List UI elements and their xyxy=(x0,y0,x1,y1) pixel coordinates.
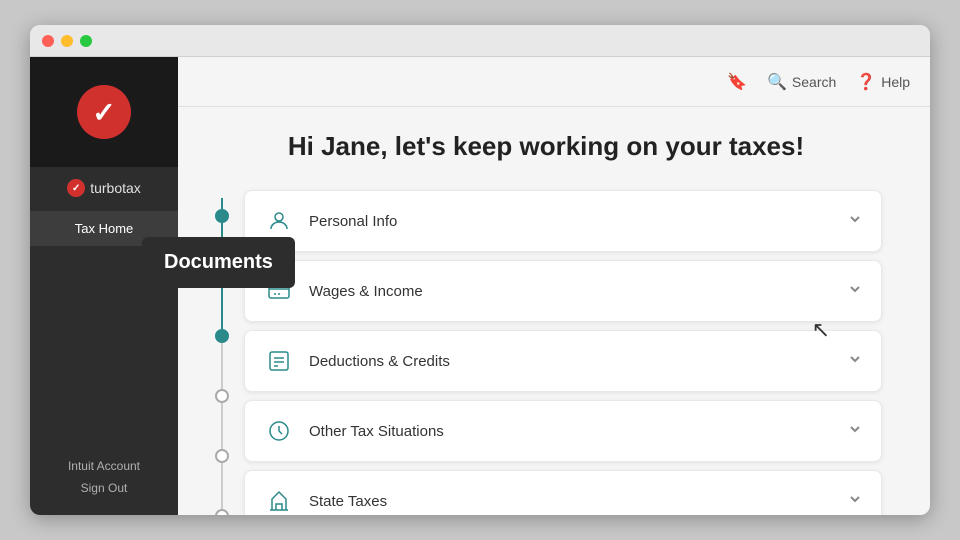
help-icon: ❓ xyxy=(856,72,876,92)
card-left: State Taxes xyxy=(263,485,387,515)
other-tax-situations-icon xyxy=(263,415,295,447)
help-label: Help xyxy=(881,74,910,90)
personal-info-icon xyxy=(263,205,295,237)
bookmark-icon: 🔖 xyxy=(727,72,747,92)
sidebar: ✓ ✓ turbotax Tax Home Intuit Account Sig… xyxy=(30,57,178,515)
main-content: 🔖 🔍 Search ❓ Help Hi Jane, let's keep wo… xyxy=(178,57,930,515)
state-taxes-icon xyxy=(263,485,295,515)
search-action[interactable]: 🔍 Search xyxy=(767,72,836,92)
search-label: Search xyxy=(792,74,836,90)
sidebar-bottom: Intuit Account Sign Out xyxy=(30,439,178,515)
card-left: Personal Info xyxy=(263,205,397,237)
search-icon: 🔍 xyxy=(767,72,787,92)
section-list: Personal Info Wages & Income Deductions & … xyxy=(244,190,882,515)
sidebar-item-tax-home[interactable]: Tax Home xyxy=(30,211,178,246)
card-left: Other Tax Situations xyxy=(263,415,444,447)
deductions-credits-icon xyxy=(263,345,295,377)
title-bar xyxy=(30,25,930,57)
personal-info-chevron-icon xyxy=(847,211,863,232)
card-left: Wages & Income xyxy=(263,275,423,307)
timeline-container: Personal Info Wages & Income Deductions & … xyxy=(210,190,882,515)
maximize-dot[interactable] xyxy=(80,35,92,47)
sidebar-nav: Tax Home xyxy=(30,211,178,246)
wages-income-icon xyxy=(263,275,295,307)
turbotax-label: turbotax xyxy=(90,180,141,196)
app-window: ✓ ✓ turbotax Tax Home Intuit Account Sig… xyxy=(30,25,930,515)
personal-info-title: Personal Info xyxy=(309,213,397,230)
section-card-personal-info[interactable]: Personal Info xyxy=(244,190,882,252)
sign-out-link[interactable]: Sign Out xyxy=(46,477,162,499)
logo-checkmark: ✓ xyxy=(92,96,115,129)
wages-income-title: Wages & Income xyxy=(309,283,423,300)
card-left: Deductions & Credits xyxy=(263,345,450,377)
turbotax-brand: ✓ turbotax xyxy=(67,167,141,203)
content-area: Hi Jane, let's keep working on your taxe… xyxy=(178,107,930,515)
deductions-credits-chevron-icon xyxy=(847,351,863,372)
app-body: ✓ ✓ turbotax Tax Home Intuit Account Sig… xyxy=(30,57,930,515)
close-dot[interactable] xyxy=(42,35,54,47)
wages-income-chevron-icon xyxy=(847,281,863,302)
other-tax-situations-title: Other Tax Situations xyxy=(309,423,444,440)
logo-circle: ✓ xyxy=(77,85,131,139)
section-card-state-taxes[interactable]: State Taxes xyxy=(244,470,882,515)
deductions-credits-title: Deductions & Credits xyxy=(309,353,450,370)
sidebar-logo: ✓ xyxy=(30,57,178,167)
help-action[interactable]: ❓ Help xyxy=(856,72,910,92)
section-card-deductions-credits[interactable]: Deductions & Credits xyxy=(244,330,882,392)
state-taxes-title: State Taxes xyxy=(309,493,387,510)
greeting-text: Hi Jane, let's keep working on your taxe… xyxy=(210,131,882,162)
state-taxes-chevron-icon xyxy=(847,491,863,512)
timeline-line xyxy=(210,190,234,515)
section-card-wages-income[interactable]: Wages & Income xyxy=(244,260,882,322)
top-bar: 🔖 🔍 Search ❓ Help xyxy=(178,57,930,107)
intuit-account-link[interactable]: Intuit Account xyxy=(46,455,162,477)
bookmark-action[interactable]: 🔖 xyxy=(727,72,747,92)
turbotax-icon: ✓ xyxy=(67,179,85,197)
other-tax-situations-chevron-icon xyxy=(847,421,863,442)
section-card-other-tax-situations[interactable]: Other Tax Situations xyxy=(244,400,882,462)
minimize-dot[interactable] xyxy=(61,35,73,47)
